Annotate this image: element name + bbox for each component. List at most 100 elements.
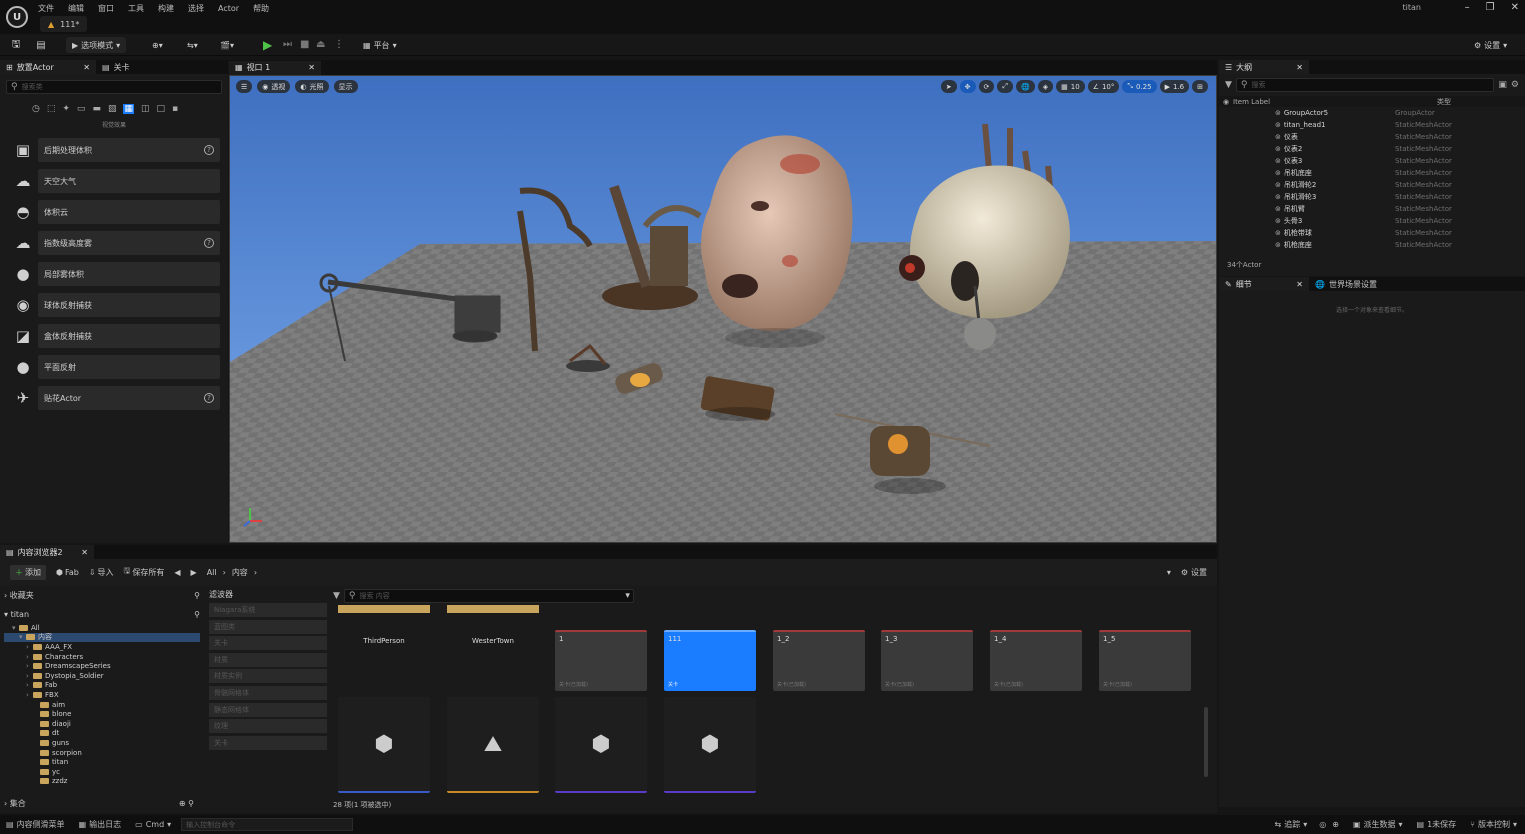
search-icon[interactable]: ⚲ <box>194 591 200 600</box>
cinematics-icon[interactable]: 🎬▾ <box>216 37 238 53</box>
favorites-header[interactable]: › 收藏夹 ⚲ <box>4 589 200 601</box>
tab-viewport[interactable]: ▦ 视口 1 ✕ <box>229 60 321 75</box>
visual-icon[interactable]: ▧ <box>108 104 117 114</box>
tree-folder[interactable]: diaoji <box>4 719 200 729</box>
unsaved-button[interactable]: ▤ 1未保存 <box>1417 819 1457 830</box>
notifications-icon[interactable]: ◎ <box>1319 820 1326 829</box>
more-icon[interactable]: ▪ <box>172 104 178 114</box>
translate-tool-icon[interactable]: ✥ <box>959 80 976 93</box>
sync-icon[interactable]: ⊕ <box>1332 820 1339 829</box>
actor-button[interactable]: 球体反射捕获 <box>38 293 220 317</box>
geometry-icon[interactable]: ◫ <box>141 104 150 114</box>
all-classes-icon[interactable]: □ <box>157 104 166 114</box>
basic-icon[interactable]: ⬚ <box>47 104 56 114</box>
revision-control-button[interactable]: ⑂ 版本控制 ▾ <box>1470 819 1517 830</box>
cb-settings-button[interactable]: ⚙ 设置 <box>1181 567 1207 578</box>
actor-button[interactable]: 后期处理体积? <box>38 138 220 162</box>
tree-folder[interactable]: guns <box>4 738 200 748</box>
close-icon[interactable]: ✕ <box>1296 63 1303 72</box>
tree-folder[interactable]: › Fab <box>4 681 200 691</box>
menu-help[interactable]: 帮助 <box>253 3 269 14</box>
outliner-search-input[interactable]: ⚲ 搜索 <box>1235 78 1495 92</box>
outliner-row[interactable]: ⊚ 仪表2 StaticMeshActor <box>1219 143 1525 155</box>
tree-folder[interactable]: dt <box>4 729 200 739</box>
lit-button[interactable]: ◐ 光照 <box>295 80 329 93</box>
filter-item[interactable]: 纹理 <box>209 719 327 734</box>
perspective-button[interactable]: ◉ 透视 <box>257 80 291 93</box>
help-icon[interactable]: ? <box>204 145 214 155</box>
shapes-icon[interactable]: ▭ <box>77 104 86 114</box>
tab-outliner[interactable]: ☰ 大纲 ✕ <box>1219 60 1309 74</box>
asset-scrollbar[interactable] <box>1204 707 1208 777</box>
level-asset-tile[interactable]: 1_2 关卡(已加载) <box>773 630 865 691</box>
actor-button[interactable]: 平面反射 <box>38 355 220 379</box>
volumes-icon[interactable]: ▦ <box>123 104 134 114</box>
outliner-row[interactable]: ⊚ 机枪带球 StaticMeshActor <box>1219 227 1525 239</box>
actor-list-item[interactable]: ✈ 贴花Actor? <box>8 385 220 411</box>
console-input[interactable]: 输入控制台命令 <box>181 818 354 831</box>
show-button[interactable]: 显示 <box>333 80 358 93</box>
actor-list-item[interactable]: ● 平面反射 <box>8 354 220 380</box>
stop-icon[interactable]: ■ <box>300 39 309 50</box>
static-mesh-tile[interactable]: ⬢ <box>338 697 430 793</box>
menu-build[interactable]: 构建 <box>158 3 174 14</box>
tree-folder[interactable]: › Characters <box>4 652 200 662</box>
grid-snap-button[interactable]: ▦ 10 <box>1056 80 1085 93</box>
search-icon[interactable]: ⚲ <box>188 799 194 808</box>
filter-icon[interactable]: ▼ <box>1225 80 1232 90</box>
tree-folder[interactable]: aim <box>4 700 200 710</box>
mode-dropdown[interactable]: ▶ 选项模式 ▾ <box>66 37 127 53</box>
actor-search-input[interactable]: ⚲ 搜索类 <box>6 80 222 94</box>
unreal-logo-icon[interactable]: U <box>6 6 28 28</box>
breadcrumb-content[interactable]: 内容 <box>232 567 248 578</box>
actor-button[interactable]: 盒体反射捕获 <box>38 324 220 348</box>
tree-folder[interactable]: › Dystopia_Soldier <box>4 671 200 681</box>
output-log-button[interactable]: ▦ 输出日志 <box>79 819 122 830</box>
tree-folder[interactable]: › DreamscapeSeries <box>4 661 200 671</box>
cmd-dropdown[interactable]: ▭ Cmd ▾ <box>135 820 171 829</box>
tree-folder[interactable]: scorpion <box>4 748 200 758</box>
actor-list-item[interactable]: ▣ 后期处理体积? <box>8 137 220 163</box>
trace-button[interactable]: ⇆ 追踪 ▾ <box>1275 819 1308 830</box>
filter-item[interactable]: 材质实例 <box>209 669 327 684</box>
minimize-icon[interactable]: – <box>1465 2 1470 13</box>
level-asset-tile[interactable]: 1_3 关卡(已加载) <box>881 630 973 691</box>
close-icon[interactable]: ✕ <box>1511 2 1519 13</box>
step-icon[interactable]: ⏭ <box>283 39 292 50</box>
viewport-menu-icon[interactable]: ☰ <box>236 80 253 93</box>
close-icon[interactable]: ✕ <box>1296 280 1303 289</box>
level-viewport[interactable]: ☰ ◉ 透视 ◐ 光照 显示 ➤ ✥ ⟳ ⤢ 🌐 ◈ ▦ 10 ∠ 10° ⤡ 0.25 … <box>229 75 1217 543</box>
tree-folder[interactable]: ▾ All <box>4 623 200 633</box>
tree-folder[interactable]: › FBX <box>4 690 200 700</box>
visibility-icon[interactable]: ◉ <box>1219 98 1233 106</box>
chevron-down-icon[interactable]: ▾ <box>1167 568 1171 577</box>
outliner-row[interactable]: ⊚ 吊机臂 StaticMeshActor <box>1219 203 1525 215</box>
actor-list-item[interactable]: ☁ 指数级高度雾? <box>8 230 220 256</box>
level-asset-tile[interactable]: 1_4 关卡(已加载) <box>990 630 1082 691</box>
select-tool-icon[interactable]: ➤ <box>940 80 957 93</box>
actor-button[interactable]: 指数级高度雾? <box>38 231 220 255</box>
eject-icon[interactable]: ⏏ <box>316 39 325 50</box>
camera-speed-button[interactable]: ▶ 1.6 <box>1159 80 1190 93</box>
platform-dropdown[interactable]: ▦ 平台 ▾ <box>359 37 401 53</box>
actor-list-item[interactable]: ☁ 天空大气 <box>8 168 220 194</box>
tree-folder[interactable]: › AAA_FX <box>4 642 200 652</box>
add-folder-icon[interactable]: ▣ <box>1498 80 1507 90</box>
actor-list-item[interactable]: ● 局部雾体积 <box>8 261 220 287</box>
filter-item[interactable]: 关卡 <box>209 636 327 651</box>
world-space-icon[interactable]: 🌐 <box>1016 80 1035 93</box>
texture-tile[interactable]: ⛰ <box>447 697 539 793</box>
outliner-row[interactable]: ⊚ 吊机滑轮3 StaticMeshActor <box>1219 191 1525 203</box>
close-icon[interactable]: ✕ <box>308 63 315 72</box>
project-tab[interactable]: ▲ 111* <box>40 16 88 32</box>
menu-tools[interactable]: 工具 <box>128 3 144 14</box>
filter-item[interactable]: 蓝图类 <box>209 619 327 634</box>
outliner-row[interactable]: ⊚ GroupActor5 GroupActor <box>1219 107 1525 119</box>
search-icon[interactable]: ⚲ <box>194 610 200 619</box>
filter-item[interactable]: 关卡 <box>209 735 327 750</box>
level-asset-tile[interactable]: 111 关卡 <box>664 630 756 691</box>
menu-window[interactable]: 窗口 <box>98 3 114 14</box>
gear-icon[interactable]: ⚙ <box>1511 80 1519 90</box>
import-button[interactable]: ⇩ 导入 <box>89 567 114 578</box>
tree-folder[interactable]: titan <box>4 757 200 767</box>
